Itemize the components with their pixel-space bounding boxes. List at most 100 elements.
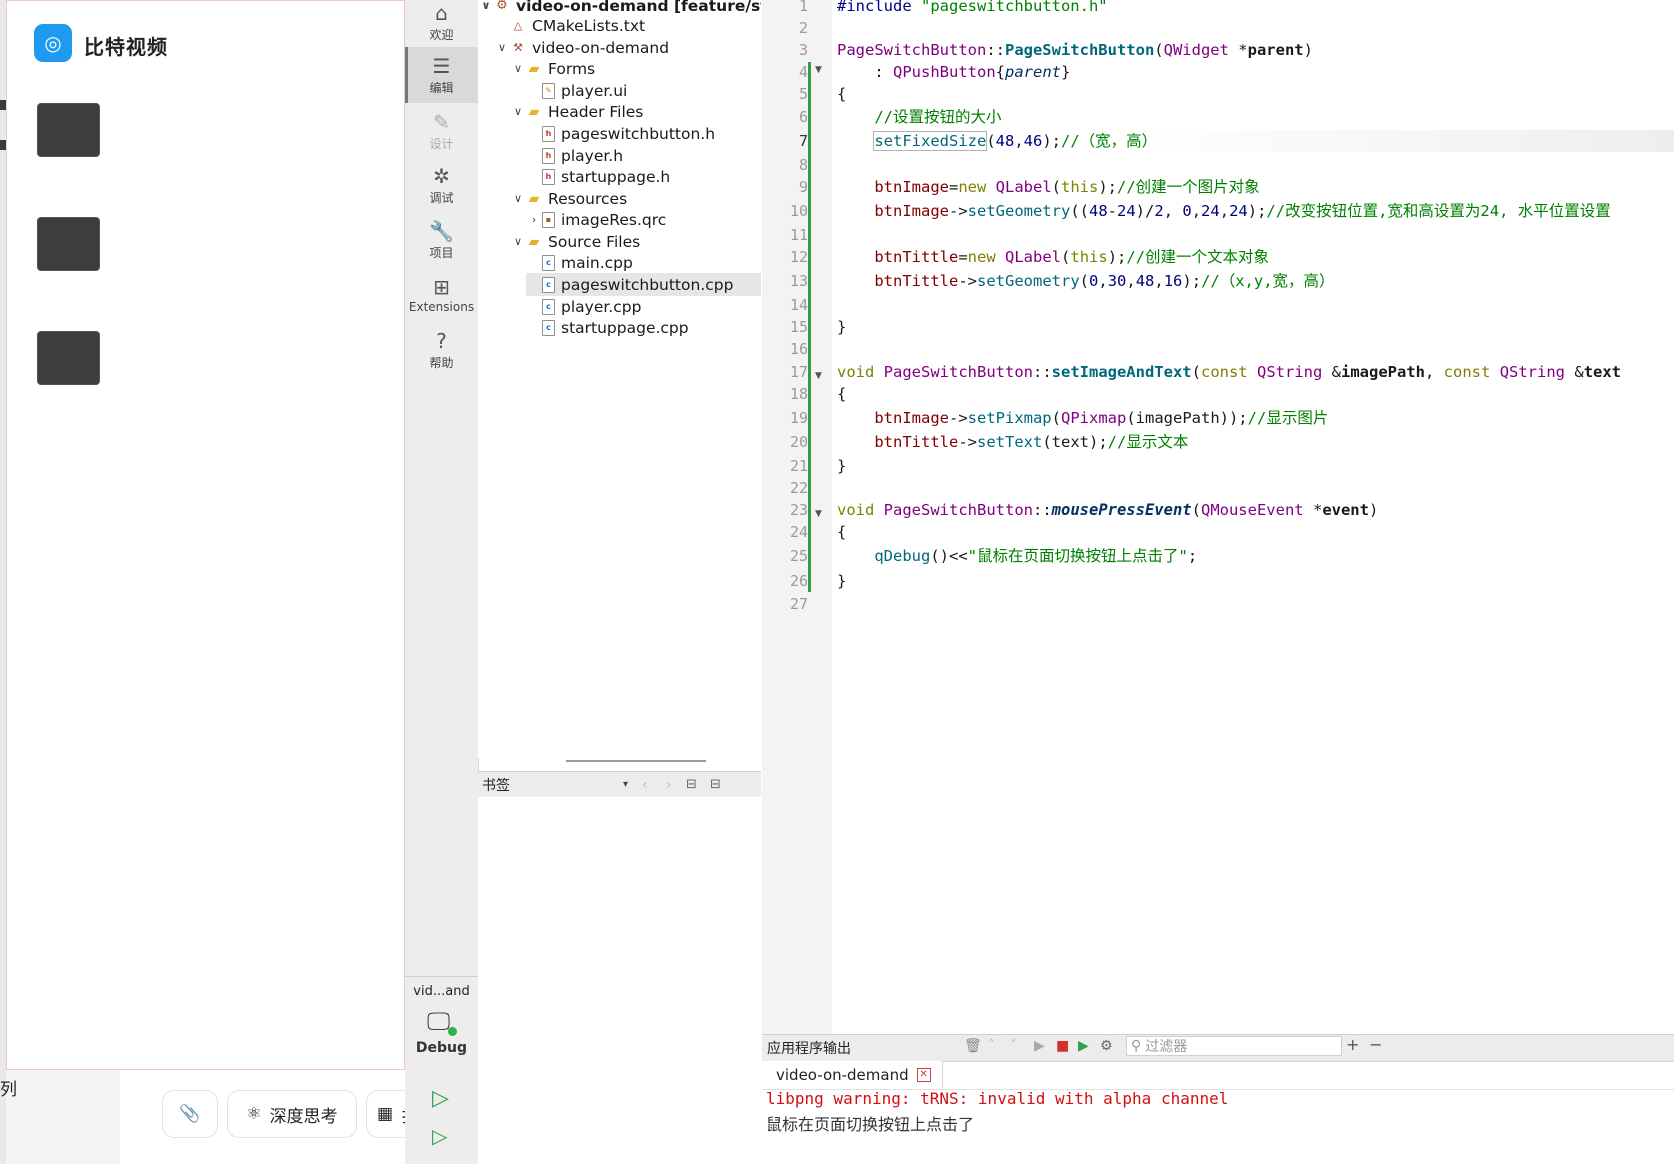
chevron-down-icon[interactable]: ∨ <box>478 0 494 12</box>
prev-icon[interactable]: ˄ <box>988 1038 995 1054</box>
wrench-icon: 🔧 <box>429 218 454 243</box>
split-icon[interactable]: ⊟ <box>686 777 697 792</box>
line-number: 5 <box>798 85 808 103</box>
chevron-down-icon[interactable]: ∨ <box>510 235 526 248</box>
mode-extensions[interactable]: ⊞ Extensions <box>405 267 478 323</box>
line-number: 17 <box>789 363 808 381</box>
mode-help-label: 帮助 <box>429 355 454 370</box>
tree-item-header-files[interactable]: ∨ ▰ Header Files <box>510 100 643 123</box>
monitor-icon[interactable]: 🖵 <box>427 1007 450 1035</box>
tree-item-label: Source Files <box>548 232 641 251</box>
chevron-down-icon[interactable]: ∨ <box>510 62 526 75</box>
rerun-icon[interactable]: ▶ <box>1034 1038 1045 1054</box>
line-number: 26 <box>789 572 808 590</box>
close-icon[interactable]: ✕ <box>916 1067 931 1082</box>
tree-item-source-files[interactable]: ∨ ▰ Source Files <box>510 230 640 253</box>
next-icon[interactable]: ˅ <box>1010 1038 1017 1054</box>
tree-item-forms[interactable]: ∨ ▰ Forms <box>510 57 595 80</box>
line-number: 27 <box>789 595 808 613</box>
zoom-out-icon[interactable]: − <box>1369 1035 1382 1054</box>
kit-target-name[interactable]: vid...and <box>405 984 478 999</box>
cpp-file-icon: c <box>542 298 555 315</box>
attach-debugger-icon[interactable]: ▶ <box>1078 1038 1089 1054</box>
tree-item-cmakelists[interactable]: △ CMakeLists.txt <box>494 14 645 37</box>
filter-input[interactable]: ⚲ 过滤器 <box>1126 1036 1342 1056</box>
code-line: btnImage->setGeometry((48-24)/2, 0,24,24… <box>874 202 1611 220</box>
code-line: PageSwitchButton::PageSwitchButton(QWidg… <box>837 41 1313 59</box>
debug-run-button[interactable]: ▷ <box>432 1124 447 1148</box>
header-file-icon: h <box>542 147 555 164</box>
tree-item-main-cpp[interactable]: c main.cpp <box>526 251 633 274</box>
mode-welcome-label: 欢迎 <box>429 27 454 42</box>
mode-edit[interactable]: ☰ 编辑 <box>405 47 478 103</box>
run-button[interactable]: ▷ <box>432 1086 449 1111</box>
code-line: btnTittle->setText(text);//显示文本 <box>874 433 1189 451</box>
clear-icon[interactable]: 🗑 <box>964 1038 982 1054</box>
tree-item-resources[interactable]: ∨ ▰ Resources <box>510 187 627 210</box>
nav-back-icon[interactable]: ‹ <box>642 777 648 793</box>
tree-item-label: imageRes.qrc <box>561 210 667 229</box>
tree-item-player-ui[interactable]: ✎ player.ui <box>526 79 627 102</box>
chevron-down-icon[interactable]: ∨ <box>510 192 526 205</box>
tree-item-label: video-on-demand [feature/star <box>516 0 761 15</box>
mode-design[interactable]: ✎ 设计 <box>405 103 478 159</box>
tree-item-label: CMakeLists.txt <box>532 16 646 35</box>
code-line: } <box>837 318 847 336</box>
project-icon: ⚙ <box>496 0 508 13</box>
line-number: 25 <box>789 547 808 565</box>
page-switch-button-1[interactable] <box>37 103 100 157</box>
tree-item-pageswitchbutton-h[interactable]: h pageswitchbutton.h <box>526 122 715 145</box>
tree-item-pageswitchbutton-cpp[interactable]: c pageswitchbutton.cpp <box>526 273 761 296</box>
tree-item-label: player.cpp <box>561 297 642 316</box>
output-pane-title[interactable]: 应用程序输出 <box>767 1038 851 1058</box>
tree-item-imageres-qrc[interactable]: › ▪ imageRes.qrc <box>526 208 667 231</box>
output-tab[interactable]: video-on-demand ✕ <box>762 1061 943 1088</box>
tree-item-startuppage-cpp[interactable]: c startuppage.cpp <box>526 316 689 339</box>
qrc-file-icon: ▪ <box>542 211 555 228</box>
change-marker-bar <box>808 62 811 592</box>
fold-arrow-icon[interactable]: ▼ <box>815 509 822 519</box>
deep-think-button[interactable]: ⚛ 深度思考 <box>227 1090 357 1138</box>
output-warning-line: libpng warning: tRNS: invalid with alpha… <box>766 1089 1229 1108</box>
page-switch-button-2[interactable] <box>37 217 100 271</box>
tree-horizontal-scrollbar[interactable] <box>566 760 706 762</box>
chevron-down-icon[interactable]: ∨ <box>494 41 510 54</box>
mode-projects[interactable]: 🔧 项目 <box>405 212 478 268</box>
help-icon: ? <box>436 328 447 353</box>
folder-icon: ▰ <box>528 103 540 120</box>
line-number: 10 <box>789 202 808 220</box>
code-line: } <box>837 572 847 590</box>
cpp-file-icon: c <box>542 254 555 271</box>
app-title: 比特视频 <box>84 35 168 59</box>
code-line: void PageSwitchButton::mousePressEvent(Q… <box>837 501 1379 519</box>
bookmarks-title[interactable]: 书签 <box>482 775 510 795</box>
stop-icon[interactable]: ■ <box>1056 1038 1069 1054</box>
dropdown-arrow-icon[interactable]: ▾ <box>623 779 628 790</box>
settings-icon[interactable]: ⚙ <box>1100 1038 1113 1054</box>
mode-debug[interactable]: ✲ 调试 <box>405 157 478 213</box>
fold-arrow-icon[interactable]: ▼ <box>815 65 822 75</box>
page-switch-button-3[interactable] <box>37 331 100 385</box>
tree-item-label: pageswitchbutton.h <box>561 124 716 143</box>
close-pane-icon[interactable]: ⊟ <box>710 777 721 792</box>
mode-welcome[interactable]: ⌂ 欢迎 <box>405 0 478 50</box>
tree-item-player-cpp[interactable]: c player.cpp <box>526 295 641 318</box>
mode-help[interactable]: ? 帮助 <box>405 322 478 378</box>
fold-arrow-icon[interactable]: ▼ <box>815 371 822 381</box>
tree-item-label: startuppage.cpp <box>561 318 689 337</box>
mode-edit-label: 编辑 <box>429 80 454 95</box>
tree-item-player-h[interactable]: h player.h <box>526 144 623 167</box>
attach-button[interactable]: 📎 <box>162 1090 218 1138</box>
chevron-right-icon[interactable]: › <box>526 213 542 226</box>
chevron-down-icon[interactable]: ∨ <box>510 105 526 118</box>
folder-icon: ▰ <box>528 60 540 77</box>
nav-forward-icon[interactable]: › <box>666 777 672 793</box>
background-text: 列 <box>0 1080 17 1100</box>
tree-item-label: Header Files <box>548 102 644 121</box>
bookmarks-list <box>478 797 761 1164</box>
tree-item-target[interactable]: ∨ ⚒ video-on-demand <box>494 36 669 59</box>
zoom-in-icon[interactable]: + <box>1346 1035 1359 1054</box>
atom-icon: ⚛ <box>246 1104 262 1124</box>
tree-item-startuppage-h[interactable]: h startuppage.h <box>526 165 670 188</box>
cpp-file-icon: c <box>542 319 555 336</box>
